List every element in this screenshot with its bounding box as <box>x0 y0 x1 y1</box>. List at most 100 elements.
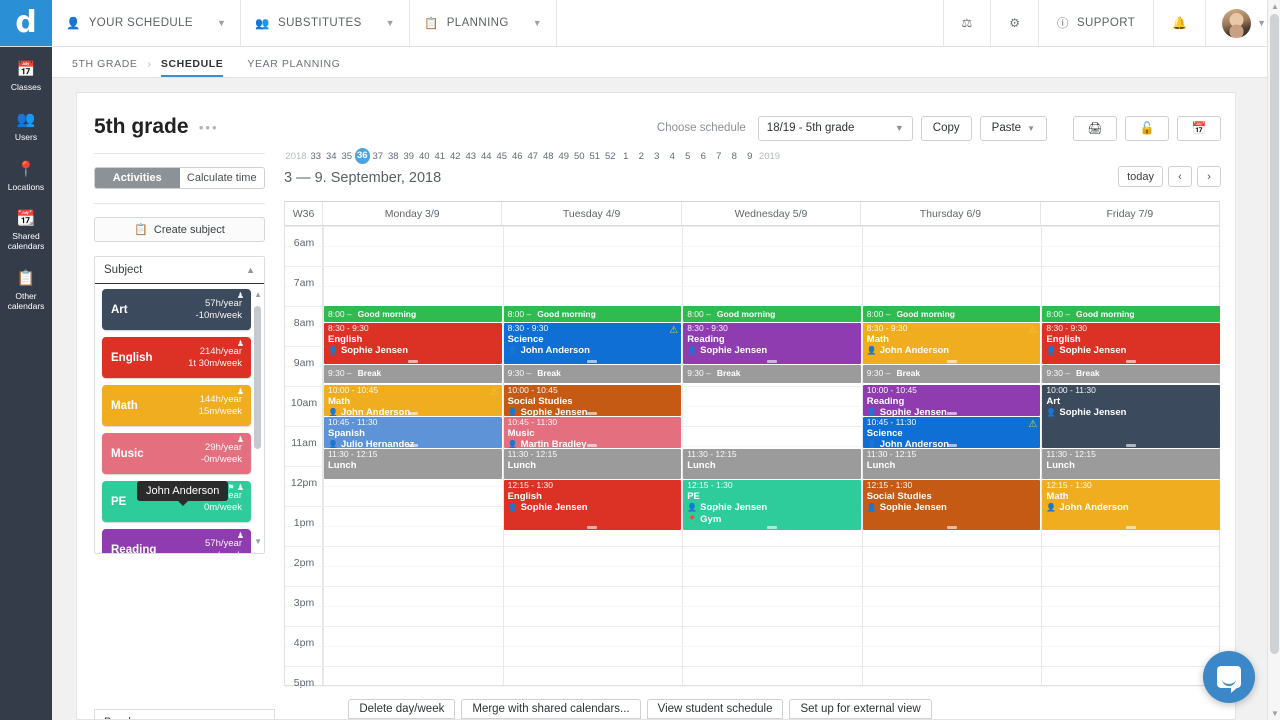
day-column[interactable]: 8:00 – Good morning 8:30 - 9:30 Science 👤 Joh… <box>503 226 683 685</box>
calendar-event[interactable]: 9:30 – Break <box>324 365 502 383</box>
create-subject-button[interactable]: 📋 Create subject <box>94 217 265 242</box>
resize-handle[interactable] <box>946 412 957 415</box>
calendar-event[interactable]: 10:00 - 10:45 Math 👤 John Anderson ⚠ <box>324 385 502 416</box>
subject-chip[interactable]: English 214h/year 1t 30m/week ♟ <box>102 337 251 378</box>
week-number[interactable]: 37 <box>370 151 386 162</box>
calendar-event[interactable]: 11:30 - 12:15 Lunch <box>683 449 861 479</box>
resize-handle[interactable] <box>766 526 777 529</box>
settings-button[interactable]: ⚙ <box>991 0 1040 46</box>
calendar-view-button[interactable]: 📅 <box>1177 115 1221 141</box>
resize-handle[interactable] <box>1126 526 1137 529</box>
week-cell[interactable]: 42 <box>448 151 464 162</box>
calendar-event[interactable]: 8:00 – Good morning <box>324 306 502 322</box>
calendar-event[interactable]: 10:45 - 11:30 Spanish 👤 Julio Hernandez <box>324 417 502 448</box>
resize-handle[interactable] <box>946 444 957 447</box>
tab-activities[interactable]: Activities <box>95 168 180 188</box>
week-cell[interactable]: 8 <box>727 151 743 162</box>
week-number[interactable]: 8 <box>727 151 743 162</box>
support-button[interactable]: ⓘ SUPPORT <box>1039 0 1155 46</box>
subject-section-header[interactable]: Subject ▲ <box>95 257 264 284</box>
scroll-up-icon[interactable]: ▲ <box>1271 2 1279 11</box>
week-cell[interactable]: 44 <box>479 151 495 162</box>
subject-chip[interactable]: Reading57h/yearm/week♟ <box>102 529 251 553</box>
calendar-event[interactable]: 10:45 - 11:30 Music 👤 Martin Bradley <box>503 417 682 448</box>
resize-handle[interactable] <box>766 360 777 363</box>
resize-handle[interactable] <box>587 360 598 363</box>
subject-chip[interactable]: Art 57h/year -10m/week ♟ <box>102 289 251 330</box>
resize-handle[interactable] <box>946 360 957 363</box>
scroll-up-icon[interactable]: ▲ <box>254 290 262 299</box>
calendar-event[interactable]: 8:00 – Good morning <box>503 306 682 322</box>
calendar-event[interactable]: 10:00 - 10:45 Reading 👤 Sophie Jensen <box>862 385 1041 416</box>
week-number[interactable]: 4 <box>665 151 681 162</box>
calendar-event[interactable]: 12:15 - 1:30 English 👤 Sophie Jensen <box>503 480 682 530</box>
week-number[interactable]: 9 <box>742 151 758 162</box>
resize-handle[interactable] <box>1126 444 1137 447</box>
week-number[interactable]: 34 <box>324 151 340 162</box>
scroll-down-icon[interactable]: ▼ <box>254 537 262 546</box>
week-number[interactable]: 6 <box>696 151 712 162</box>
week-number[interactable]: 40 <box>417 151 433 162</box>
week-cell[interactable]: 7 <box>711 151 727 162</box>
day-column[interactable]: 8:00 – Good morning 8:30 - 9:30 Reading 👤 Sop… <box>682 226 862 685</box>
resize-handle[interactable] <box>407 360 418 363</box>
week-cell[interactable]: 49 <box>556 151 572 162</box>
week-cell[interactable]: 6 <box>696 151 712 162</box>
week-number[interactable]: 41 <box>432 151 448 162</box>
week-number[interactable]: 47 <box>525 151 541 162</box>
calendar-event[interactable]: 10:00 - 10:45 Social Studies 👤 Sophie Jense… <box>503 385 682 416</box>
nav-substitutes[interactable]: 👥 SUBSTITUTES ▼ <box>241 0 410 46</box>
export-button[interactable]: ⚖ <box>944 0 992 46</box>
week-cell[interactable]: 9 <box>742 151 758 162</box>
tab-schedule[interactable]: SCHEDULE <box>160 58 224 77</box>
week-cell[interactable]: 41 <box>432 151 448 162</box>
week-selector[interactable]: 2018 33 34 35 36 37 38 39 40 41 42 43 44 45 46 47 48 49 50… <box>282 146 1235 166</box>
week-number[interactable]: 1 <box>618 151 634 162</box>
week-number[interactable]: 33 <box>308 151 324 162</box>
calendar-event[interactable]: 10:45 - 11:30 Science 👤 John Anderson ⚠ <box>862 417 1041 448</box>
week-cell[interactable]: 37 <box>370 151 386 162</box>
sidebar-item-users[interactable]: 👥 Users <box>0 97 52 147</box>
tab-year-planning[interactable]: YEAR PLANNING <box>247 58 340 77</box>
week-number[interactable]: 5 <box>680 151 696 162</box>
week-cell[interactable]: 34 <box>324 151 340 162</box>
lock-button[interactable]: 🔓 <box>1125 115 1169 141</box>
calendar-event[interactable]: 8:00 – Good morning <box>1042 306 1220 322</box>
week-cell[interactable]: 4 <box>665 151 681 162</box>
calendar-event[interactable]: 8:30 - 9:30 Math 👤 John Anderson ⚠ <box>862 323 1041 364</box>
day-header[interactable]: Monday 3/9 <box>323 202 503 225</box>
prev-week-button[interactable]: ‹ <box>1168 166 1192 187</box>
tab-calculate-time[interactable]: Calculate time <box>179 168 264 188</box>
page-scrollbar[interactable]: ▲ ▼ <box>1267 0 1280 720</box>
schedule-select[interactable]: 18/19 - 5th grade ▼ <box>757 115 913 141</box>
sidebar-item-locations[interactable]: 📍 Locations <box>0 147 52 197</box>
week-cell[interactable]: 36 <box>354 148 370 164</box>
week-number[interactable]: 35 <box>339 151 355 162</box>
week-cell[interactable]: 52 <box>603 151 619 162</box>
more-options-icon[interactable]: ••• <box>199 120 219 135</box>
calendar-event[interactable]: 8:00 – Good morning <box>683 306 861 322</box>
resize-handle[interactable] <box>407 444 418 447</box>
week-cell[interactable]: 35 <box>339 151 355 162</box>
sidebar-item-shared-calendars[interactable]: 📆 Shared calendars <box>0 196 52 256</box>
subject-scrollbar-thumb[interactable] <box>254 306 261 449</box>
calendar-event[interactable]: 11:30 - 12:15 Lunch <box>862 449 1041 479</box>
week-number[interactable]: 7 <box>711 151 727 162</box>
week-cell[interactable]: 50 <box>572 151 588 162</box>
sidebar-item-other-calendars[interactable]: 📋 Other calendars <box>0 256 52 316</box>
week-cell[interactable]: 38 <box>386 151 402 162</box>
breadcrumb-root[interactable]: 5TH GRADE <box>72 58 138 77</box>
footer-button[interactable]: View student schedule <box>646 699 784 719</box>
week-number[interactable]: 48 <box>541 151 557 162</box>
week-selected[interactable]: 36 <box>354 148 370 164</box>
print-button[interactable]: 🖨 <box>1073 115 1117 141</box>
calendar-event[interactable]: 9:30 – Break <box>683 365 861 383</box>
scrollbar-thumb[interactable] <box>1270 14 1279 654</box>
week-cell[interactable]: 48 <box>541 151 557 162</box>
calendar-event[interactable]: 8:00 – Good morning <box>862 306 1041 322</box>
week-number[interactable]: 44 <box>479 151 495 162</box>
week-number[interactable]: 38 <box>386 151 402 162</box>
footer-button[interactable]: Set up for external view <box>789 699 932 719</box>
week-cell[interactable]: 51 <box>587 151 603 162</box>
calendar-event[interactable]: 12:15 - 1:30 PE 👤 Sophie Jensen 📍 Gym <box>683 480 861 530</box>
